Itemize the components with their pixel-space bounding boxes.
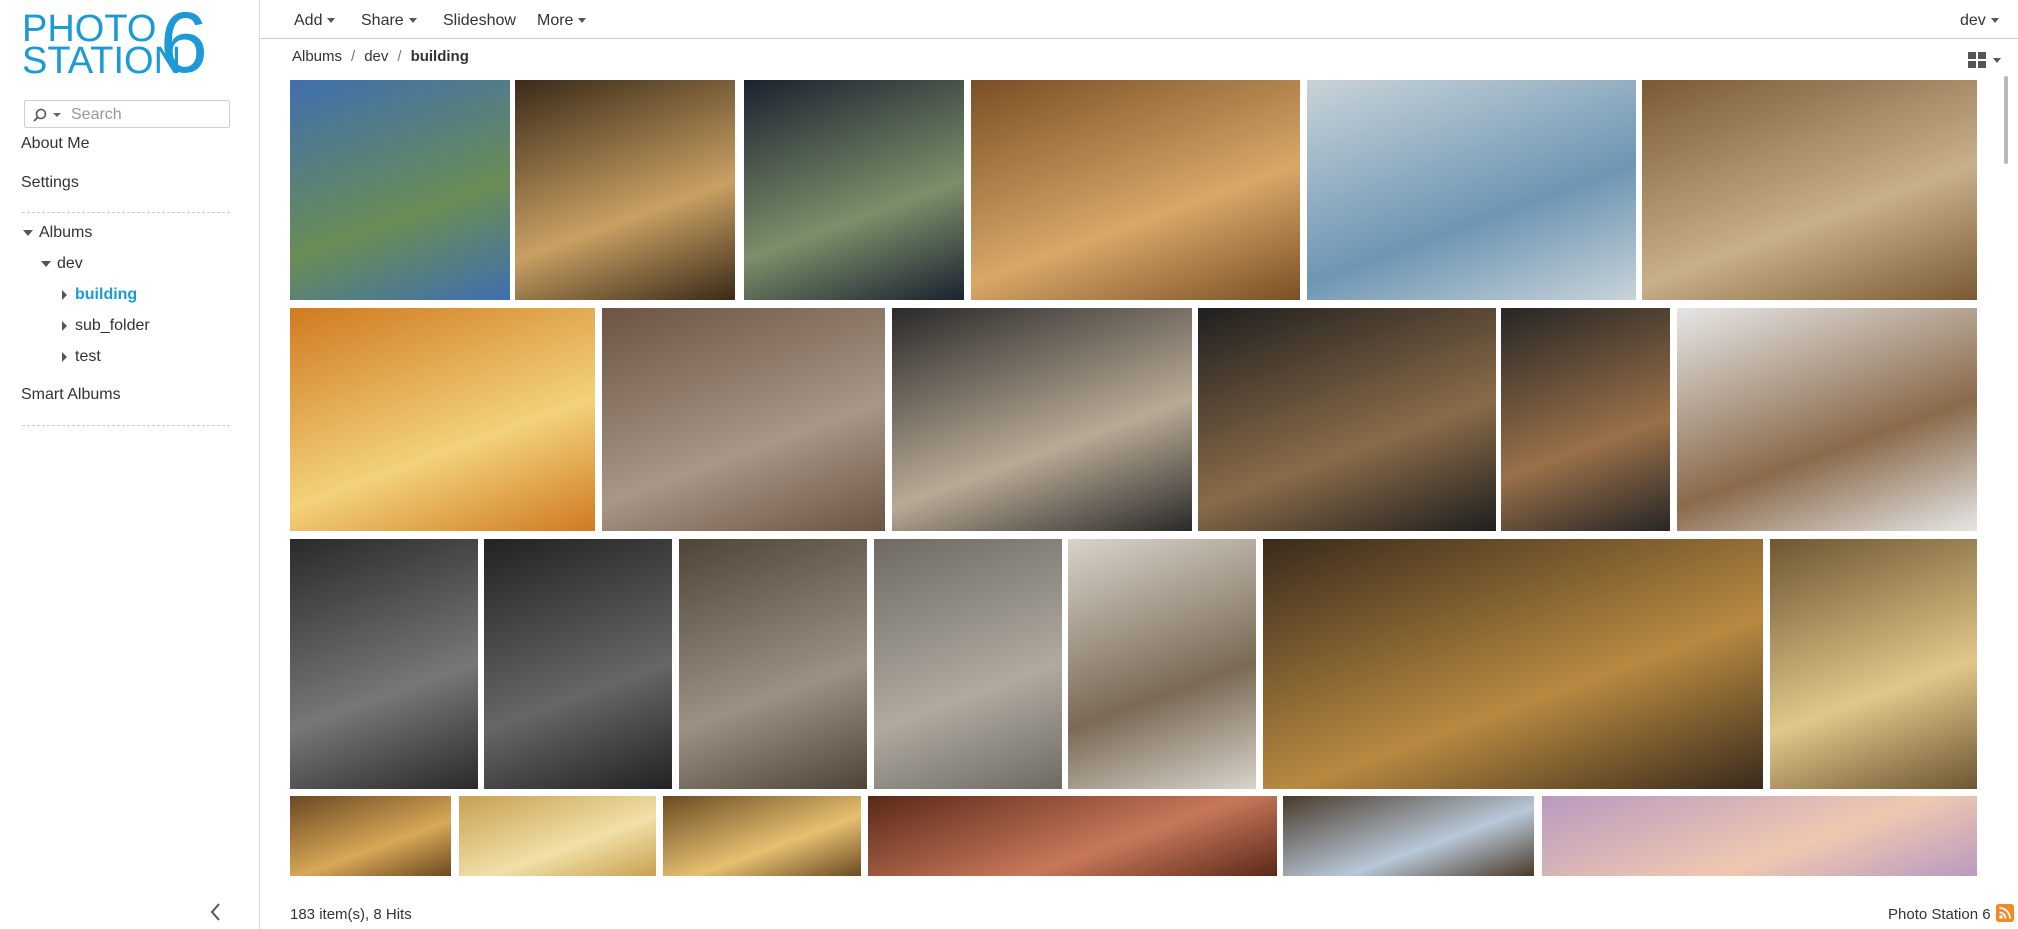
collapse-sidebar-chevron-left-icon[interactable] — [208, 902, 224, 922]
photo-thumbnail-signed-plaque[interactable] — [1068, 539, 1256, 789]
photo-thumbnail-book-page-photos[interactable] — [290, 539, 478, 789]
photo-thumbnail-corner-building[interactable] — [602, 308, 885, 531]
logo-line2: STATION — [22, 40, 182, 82]
sidebar-divider-2 — [22, 425, 230, 426]
photo-thumbnail-blue-armchair[interactable] — [744, 80, 964, 300]
photo-thumbnail-dome-exterior[interactable] — [290, 80, 510, 300]
breadcrumb-albums[interactable]: Albums — [292, 48, 342, 65]
photo-thumbnail-lamp-vase[interactable] — [663, 796, 861, 876]
photo-thumbnail-table-lamp[interactable] — [459, 796, 656, 876]
search-box[interactable] — [24, 100, 230, 128]
nav-about-me[interactable]: About Me — [21, 135, 89, 153]
albums-collapse-icon[interactable] — [23, 230, 33, 236]
photo-thumbnail-book-divine-beasts[interactable] — [1198, 308, 1496, 531]
photo-thumbnail-silver-dragon[interactable] — [1642, 80, 1977, 300]
photo-station-logo[interactable]: PHOTO STATION 6 — [22, 0, 217, 88]
photo-thumbnail-long-hallway[interactable] — [971, 80, 1300, 300]
slideshow-button[interactable]: Slideshow — [443, 12, 516, 30]
breadcrumb: Albums / dev / building — [292, 48, 469, 65]
photo-thumbnail-lobby-sculpture[interactable] — [679, 539, 867, 789]
nav-album-dev[interactable]: dev — [57, 255, 83, 273]
photo-grid — [290, 80, 1990, 876]
share-menu-button[interactable]: Share — [361, 12, 417, 30]
more-menu-button[interactable]: More — [537, 12, 587, 30]
nav-settings[interactable]: Settings — [21, 174, 79, 192]
sub-folder-expand-icon[interactable] — [62, 321, 67, 331]
photo-thumbnail-book-carving-soul[interactable] — [892, 308, 1192, 531]
sidebar-divider — [22, 212, 230, 213]
photo-thumbnail-arched-doorway[interactable] — [290, 796, 451, 876]
chevron-down-icon — [1990, 18, 1999, 24]
photo-thumbnail-pink-sky-tower[interactable] — [1542, 796, 1977, 876]
nav-smart-albums[interactable]: Smart Albums — [21, 386, 121, 404]
search-input[interactable] — [69, 104, 223, 126]
sidebar: PHOTO STATION 6 About Me Settings Albums… — [0, 0, 260, 929]
test-expand-icon[interactable] — [62, 352, 67, 362]
nav-album-test[interactable]: test — [75, 348, 101, 366]
photo-thumbnail-book-spread-dark[interactable] — [1501, 308, 1670, 531]
logo-number: 6 — [160, 0, 208, 91]
dev-collapse-icon[interactable] — [41, 261, 51, 267]
photo-thumbnail-golden-hall[interactable] — [1263, 539, 1763, 789]
rss-icon[interactable] — [1996, 904, 2014, 922]
photo-thumbnail-metal-sculpture[interactable] — [874, 539, 1062, 789]
nav-album-building[interactable]: building — [75, 286, 137, 304]
photo-thumbnail-book-open-white[interactable] — [1677, 308, 1977, 531]
add-menu-button[interactable]: Add — [294, 12, 336, 30]
item-count-status: 183 item(s), 8 Hits — [290, 906, 412, 923]
photo-thumbnail-indoor-pool[interactable] — [1307, 80, 1636, 300]
toolbar: Add Share Slideshow More dev — [260, 0, 2018, 39]
chevron-down-icon — [578, 18, 587, 24]
footer-brand: Photo Station 6 — [1888, 906, 1991, 923]
photo-thumbnail-glass-ceiling-lobby[interactable] — [290, 308, 595, 531]
search-options-chevron-icon[interactable] — [53, 113, 61, 117]
breadcrumb-current: building — [410, 48, 469, 65]
building-expand-icon[interactable] — [62, 290, 67, 300]
photo-thumbnail-arched-corridor[interactable] — [515, 80, 735, 300]
nav-album-sub-folder[interactable]: sub_folder — [75, 317, 150, 335]
photo-thumbnail-skylight-room[interactable] — [1283, 796, 1534, 876]
search-icon[interactable] — [33, 108, 47, 122]
scrollbar[interactable] — [2004, 76, 2008, 164]
photo-thumbnail-dining-chandelier[interactable] — [868, 796, 1277, 876]
photo-thumbnail-chandelier-lobby[interactable] — [1770, 539, 1977, 789]
chevron-down-icon — [327, 18, 336, 24]
chevron-down-icon — [408, 18, 417, 24]
photo-thumbnail-book-sculptures[interactable] — [484, 539, 672, 789]
nav-albums[interactable]: Albums — [39, 224, 92, 242]
grid-view-toggle-icon[interactable] — [1966, 50, 2002, 70]
user-menu-button[interactable]: dev — [1960, 12, 1999, 30]
breadcrumb-dev[interactable]: dev — [364, 48, 388, 65]
